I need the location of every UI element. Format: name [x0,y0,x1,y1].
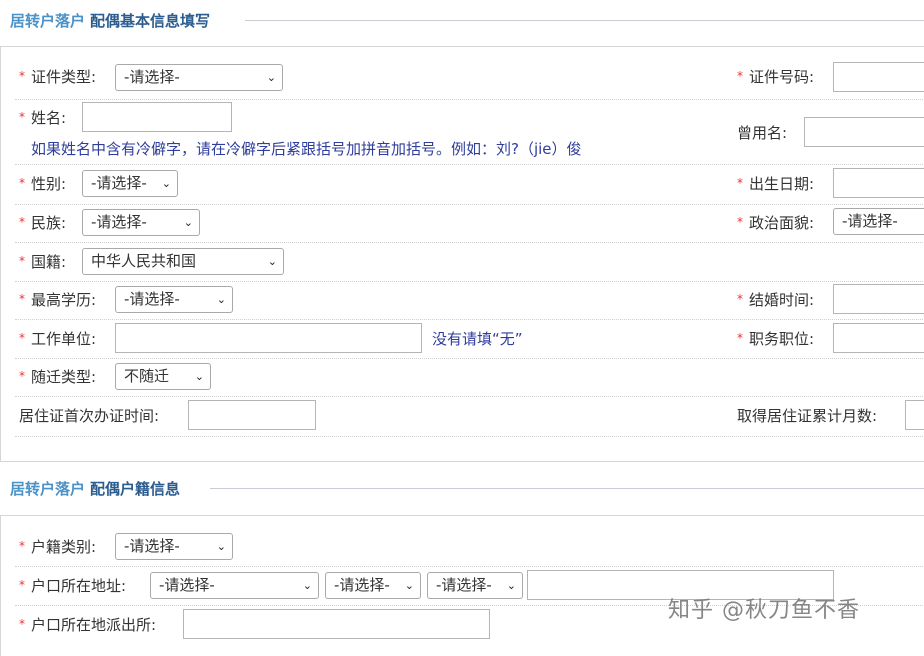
ethnicity-label: 民族: [31,214,67,232]
household-address-label: 户口所在地址: [31,577,127,595]
row-relocation: * 随迁类型: 不随迁 ⌄ [15,359,924,397]
row-ethnicity: * 民族: -请选择- ⌄ * 政治面貌: -请选择- [15,205,924,243]
name-label: 姓名: [31,109,67,127]
marriage-date-label: 结婚时间: [749,291,815,309]
section-title-spouse-household: 居转户落户 配偶户籍信息 [0,478,924,500]
marriage-date-input[interactable] [833,284,924,314]
chevron-down-icon: ⌄ [404,579,414,592]
chevron-down-icon: ⌄ [267,255,277,268]
section-title-main: 配偶户籍信息 [90,480,181,498]
relocation-type-label: 随迁类型: [31,368,97,386]
gender-select[interactable]: -请选择- ⌄ [82,170,178,197]
row-gender: * 性别: -请选择- ⌄ * 出生日期: [15,165,924,205]
nationality-select[interactable]: 中华人民共和国 ⌄ [82,248,284,275]
name-input[interactable] [82,102,232,132]
address-city-select[interactable]: -请选择- ⌄ [325,572,421,599]
position-label: 职务职位: [749,330,815,348]
permit-months-input[interactable] [905,400,924,430]
household-type-select[interactable]: -请选择- ⌄ [115,533,233,560]
section-title-main: 配偶基本信息填写 [90,12,211,30]
row-employer: * 工作单位: 没有请填“无” * 职务职位: [15,320,924,359]
birth-date-input[interactable] [833,168,924,198]
chevron-down-icon: ⌄ [216,293,226,306]
chevron-down-icon: ⌄ [266,71,276,84]
id-type-label: 证件类型: [31,68,97,86]
employer-label: 工作单位: [31,330,97,348]
section-title-spouse-basic: 居转户落户 配偶基本信息填写 [0,10,924,32]
gender-label: 性别: [31,175,67,193]
id-type-select[interactable]: -请选择- ⌄ [115,64,283,91]
row-education: * 最高学历: -请选择- ⌄ * 结婚时间: [15,282,924,320]
employer-hint: 没有请填“无” [432,330,523,348]
police-station-label: 户口所在地派出所: [31,616,157,634]
chevron-down-icon: ⌄ [194,370,204,383]
permit-first-date-input[interactable] [188,400,316,430]
education-select[interactable]: -请选择- ⌄ [115,286,233,313]
household-type-label: 户籍类别: [31,538,97,556]
row-name: * 姓名: 如果姓名中含有冷僻字，请在冷僻字后紧跟括号加拼音加括号。例如：刘?（… [15,100,924,165]
row-permit: 居住证首次办证时间: 取得居住证累计月数: [15,397,924,437]
name-hint: 如果姓名中含有冷僻字，请在冷僻字后紧跟括号加拼音加括号。例如：刘?（jie）俊 [31,140,582,158]
address-district-select[interactable]: -请选择- ⌄ [427,572,523,599]
chevron-down-icon: ⌄ [161,177,171,190]
section-title-prefix: 居转户落户 [10,480,86,498]
spouse-basic-form: * 证件类型: -请选择- ⌄ * 证件号码: * 姓名: 如果姓名中含有冷僻字，… [0,46,924,462]
id-number-input[interactable] [833,62,924,92]
id-number-label: 证件号码: [749,68,815,86]
birth-date-label: 出生日期: [749,175,815,193]
row-household-type: * 户籍类别: -请选择- ⌄ [15,529,924,567]
nationality-label: 国籍: [31,253,67,271]
permit-months-label: 取得居住证累计月数: [737,407,878,425]
section-title-prefix: 居转户落户 [10,12,86,30]
employer-input[interactable] [115,323,422,353]
political-status-label: 政治面貌: [749,214,815,232]
former-name-input[interactable] [804,117,924,147]
chevron-down-icon: ⌄ [302,579,312,592]
row-id: * 证件类型: -请选择- ⌄ * 证件号码: [15,60,924,100]
relocation-type-select[interactable]: 不随迁 ⌄ [115,363,211,390]
ethnicity-select[interactable]: -请选择- ⌄ [82,209,200,236]
watermark: 知乎 @秋刀鱼不香 [668,598,860,623]
chevron-down-icon: ⌄ [216,540,226,553]
row-nationality: * 国籍: 中华人民共和国 ⌄ [15,243,924,282]
address-province-select[interactable]: -请选择- ⌄ [150,572,319,599]
position-input[interactable] [833,323,924,353]
former-name-label: 曾用名: [737,124,788,142]
permit-first-date-label: 居住证首次办证时间: [19,407,160,425]
political-status-select[interactable]: -请选择- [833,208,924,235]
chevron-down-icon: ⌄ [506,579,516,592]
spouse-household-form: * 户籍类别: -请选择- ⌄ * 户口所在地址: -请选择- ⌄ -请选择- ⌄ -… [0,515,924,656]
education-label: 最高学历: [31,291,97,309]
police-station-input[interactable] [183,609,490,639]
chevron-down-icon: ⌄ [183,216,193,229]
